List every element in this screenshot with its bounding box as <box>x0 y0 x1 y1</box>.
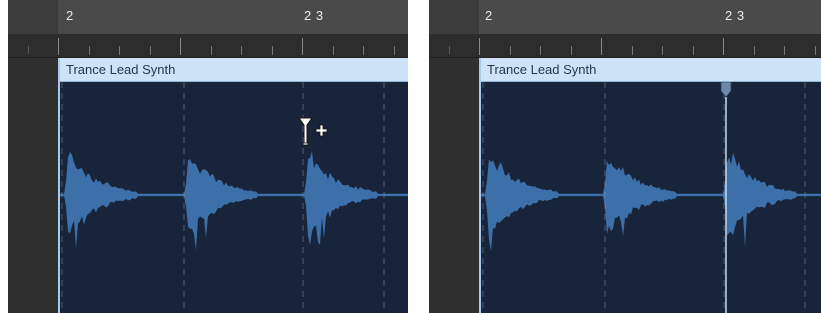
ruler-tick <box>662 46 663 55</box>
ruler-tick <box>211 46 212 55</box>
ruler-tick <box>693 46 694 55</box>
ruler-tick <box>784 46 785 55</box>
ruler-tick <box>180 38 181 55</box>
ruler-tick <box>150 46 151 55</box>
ruler-tick <box>394 46 395 55</box>
ruler-tick <box>333 46 334 55</box>
ruler-tick <box>632 46 633 55</box>
region-name: Trance Lead Synth <box>66 62 176 77</box>
ruler-gutter <box>8 0 58 34</box>
region-body[interactable] <box>60 82 408 313</box>
region-header[interactable]: Trance Lead Synth <box>60 58 408 82</box>
audio-region[interactable]: Trance Lead Synth <box>479 58 821 313</box>
ruler-tick <box>272 46 273 55</box>
bar-label-2-3: 2 3 <box>304 8 324 23</box>
region-header[interactable]: Trance Lead Synth <box>481 58 821 82</box>
ruler-tick <box>363 46 364 55</box>
ruler-tick <box>601 38 602 55</box>
waveform-path <box>60 151 408 251</box>
ruler-tick <box>302 38 303 55</box>
bar-label-2: 2 <box>66 8 74 23</box>
ruler-gutter <box>429 0 479 34</box>
ruler-tick <box>119 46 120 55</box>
audio-region[interactable]: Trance Lead Synth <box>58 58 408 313</box>
ruler-tick <box>571 46 572 55</box>
ruler-tick <box>58 38 59 55</box>
ruler-tick <box>723 38 724 55</box>
ruler-tick <box>28 46 29 54</box>
region-name: Trance Lead Synth <box>487 62 597 77</box>
marquee-pointer-plus-icon <box>298 117 328 146</box>
audio-waveform <box>481 82 821 313</box>
ruler-tick <box>540 46 541 55</box>
ruler-tick <box>449 46 450 54</box>
ruler-tick <box>815 46 816 55</box>
bar-label-2: 2 <box>485 8 493 23</box>
ruler-tick <box>510 46 511 55</box>
arrange-panel-after: 2 2 3 Trance Lead Synth <box>429 0 821 313</box>
ruler-tick <box>89 46 90 55</box>
ruler-tick <box>754 46 755 55</box>
ruler-tick <box>479 38 480 55</box>
ruler-tick <box>241 46 242 55</box>
arrange-panel-before: 2 2 3 Trance Lead Synth <box>8 0 408 313</box>
playhead-marker-icon[interactable] <box>720 82 732 313</box>
beat-ruler[interactable] <box>429 34 821 58</box>
region-body[interactable] <box>481 82 821 313</box>
audio-waveform <box>60 82 408 313</box>
waveform-path <box>481 152 821 252</box>
beat-ruler[interactable] <box>8 34 408 58</box>
bar-label-2-3: 2 3 <box>725 8 745 23</box>
track-gutter <box>429 58 479 313</box>
track-gutter <box>8 58 58 313</box>
